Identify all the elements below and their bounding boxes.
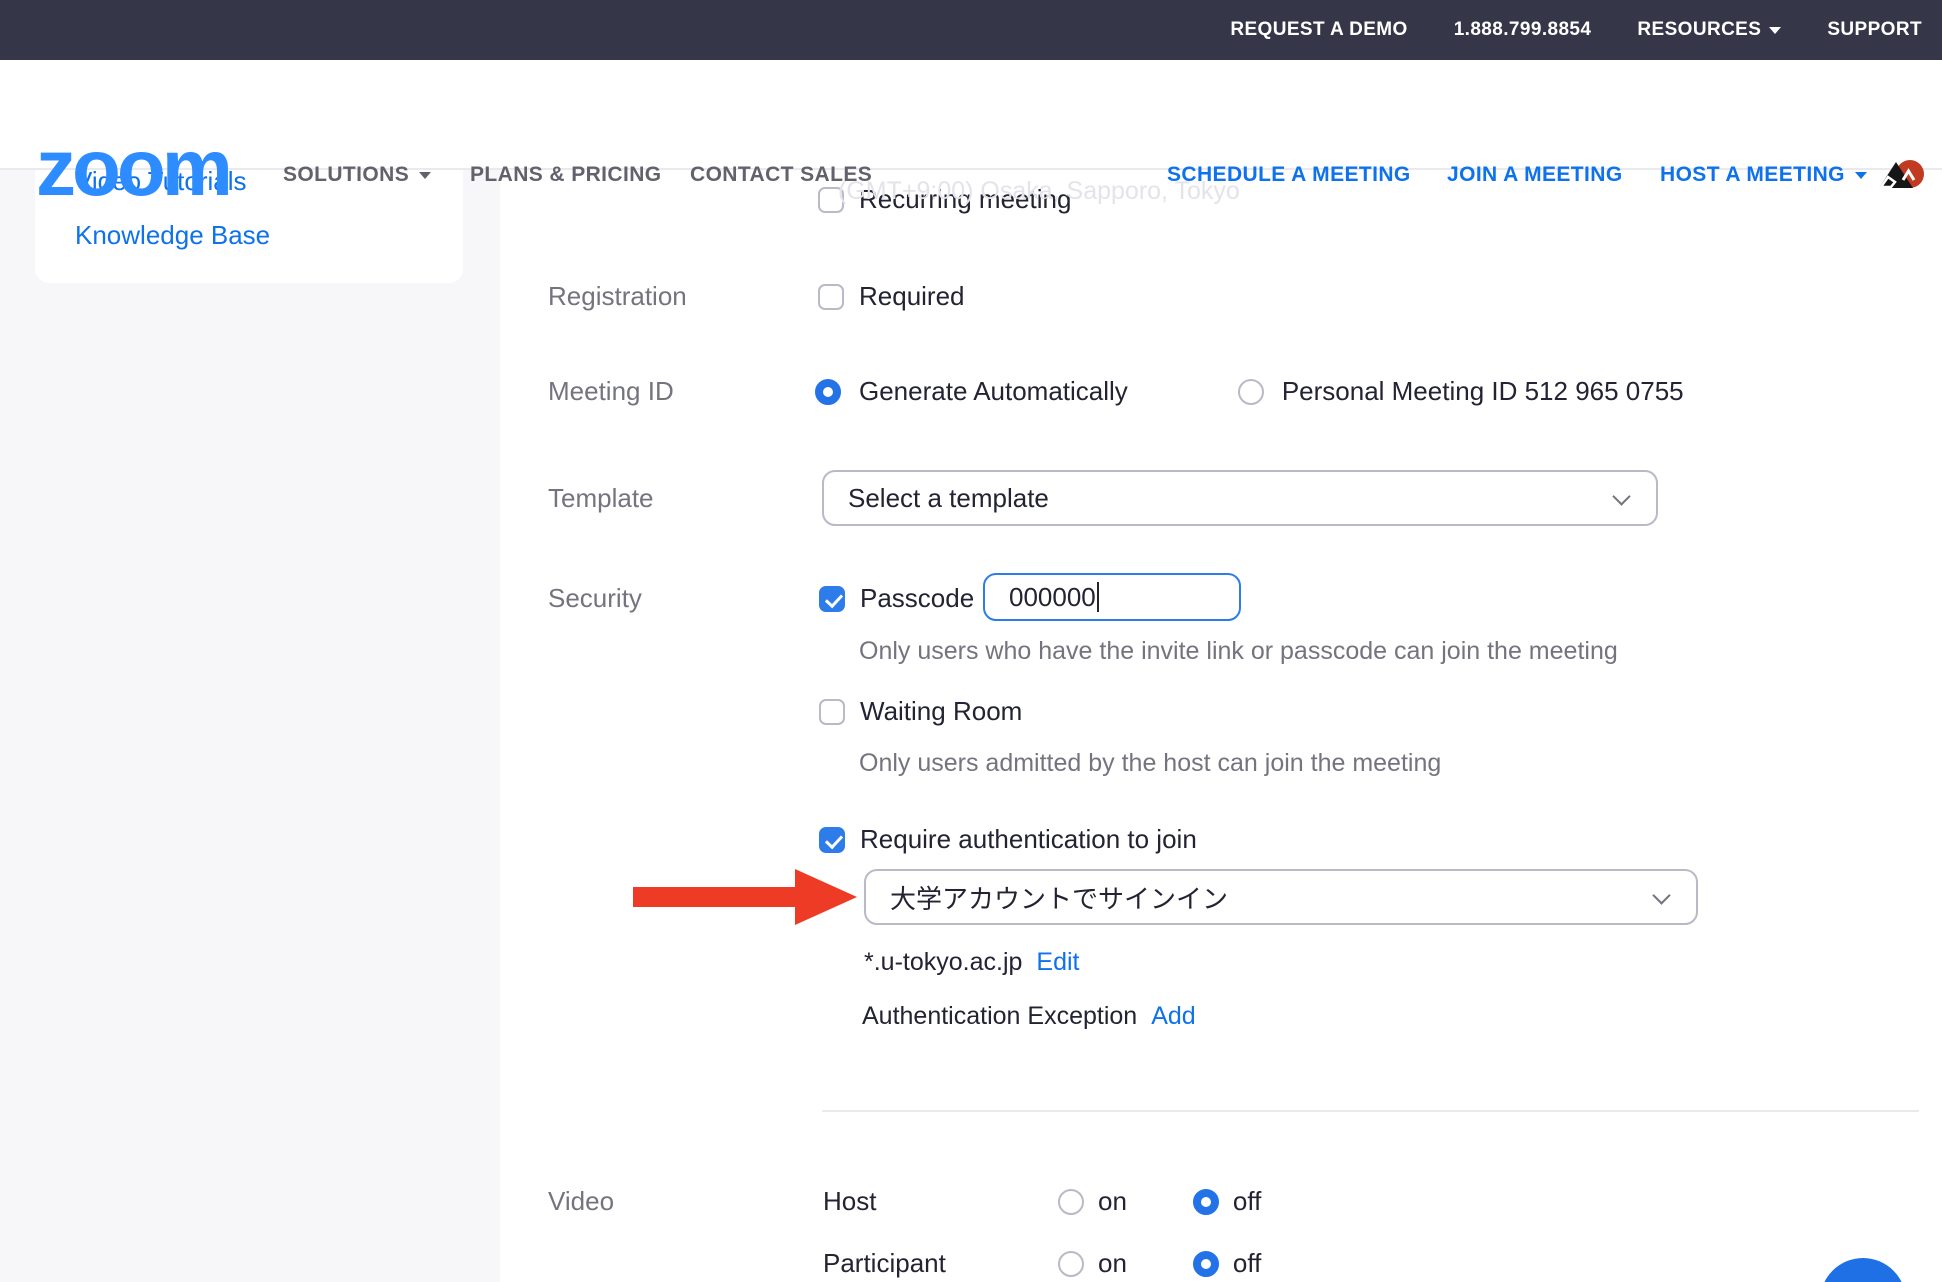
chevron-down-icon [1612,487,1630,505]
passcode-checkbox[interactable] [819,586,845,612]
auth-method-value: 大学アカウントでサインイン [890,879,1228,916]
host-video-off-radio[interactable] [1193,1189,1219,1215]
meeting-id-row: Generate Automatically Personal Meeting … [815,376,1684,407]
section-divider [822,1110,1919,1112]
template-select[interactable]: Select a template [822,470,1658,526]
require-auth-label: Require authentication to join [860,824,1197,855]
help-chat-button[interactable] [1820,1258,1906,1282]
support-label: SUPPORT [1827,19,1922,41]
phone-number-label: 1.888.799.8854 [1454,19,1592,41]
resources-label: RESOURCES [1637,19,1761,41]
resources-menu[interactable]: RESOURCES [1637,19,1781,41]
auth-domains-row: *.u-tokyo.ac.jp Edit [864,948,1080,977]
passcode-help-text: Only users who have the invite link or p… [859,637,1618,666]
arrow-shaft [633,887,797,907]
participant-video-on-label: on [1098,1248,1127,1279]
host-video-off-label: off [1233,1186,1261,1217]
passcode-row: Passcode [819,583,974,614]
passcode-value: 000000 [1009,582,1096,613]
personal-meeting-id-radio[interactable] [1238,379,1264,405]
registration-required-label: Required [859,281,965,312]
auth-exception-label: Authentication Exception [862,1002,1137,1031]
chevron-down-icon [1855,172,1867,179]
security-section-label: Security [548,583,642,614]
chevron-down-icon [419,172,431,179]
solutions-label: SOLUTIONS [283,163,409,187]
request-demo-label: REQUEST A DEMO [1230,19,1407,41]
waiting-room-help-text: Only users admitted by the host can join… [859,749,1441,778]
zoom-schedule-meeting-page: REQUEST A DEMO 1.888.799.8854 RESOURCES … [0,0,1942,1282]
main-navbar: (GMT+9:00) Osaka, Sapporo, Tokyo zoom SO… [0,60,1942,170]
require-auth-row: Require authentication to join [819,824,1197,855]
text-cursor [1097,582,1099,612]
registration-required-checkbox[interactable] [818,284,844,310]
nav-plans-pricing[interactable]: PLANS & PRICING [470,163,662,187]
support-link[interactable]: SUPPORT [1827,19,1922,41]
nav-contact-sales[interactable]: CONTACT SALES [690,163,872,187]
personal-meeting-id-label: Personal Meeting ID 512 965 0755 [1282,376,1684,407]
contact-sales-label: CONTACT SALES [690,163,872,187]
nav-join-meeting[interactable]: JOIN A MEETING [1447,163,1623,187]
sidebar-link-knowledge-base[interactable]: Knowledge Base [75,220,270,251]
plans-pricing-label: PLANS & PRICING [470,163,662,187]
video-participant-label: Participant [823,1248,946,1279]
registration-section-label: Registration [548,281,687,312]
auth-method-select[interactable]: 大学アカウントでサインイン [864,869,1698,925]
nav-schedule-meeting[interactable]: SCHEDULE A MEETING [1167,163,1411,187]
auth-exception-row: Authentication Exception Add [862,1002,1196,1031]
arrow-head [795,869,857,925]
generate-automatically-label: Generate Automatically [859,376,1128,407]
passcode-input[interactable]: 000000 [983,573,1241,621]
nav-solutions[interactable]: SOLUTIONS [283,163,431,187]
phone-number-link[interactable]: 1.888.799.8854 [1454,19,1592,41]
sidebar-background [0,170,500,1282]
auth-domains-value: *.u-tokyo.ac.jp [864,948,1022,977]
template-select-value: Select a template [848,483,1049,514]
video-host-radios: on off [1058,1186,1261,1217]
generate-automatically-radio[interactable] [815,379,841,405]
request-demo-link[interactable]: REQUEST A DEMO [1230,19,1407,41]
chevron-down-icon [1769,27,1781,34]
waiting-room-row: Waiting Room [819,696,1022,727]
host-video-on-label: on [1098,1186,1127,1217]
join-meeting-label: JOIN A MEETING [1447,163,1623,187]
schedule-meeting-label: SCHEDULE A MEETING [1167,163,1411,187]
participant-video-off-radio[interactable] [1193,1251,1219,1277]
video-host-label: Host [823,1186,876,1217]
mountain-logo-icon [1877,156,1925,192]
profile-avatar[interactable] [1877,156,1925,192]
video-participant-radios: on off [1058,1248,1261,1279]
registration-row: Required [818,281,965,312]
passcode-label: Passcode [860,583,974,614]
nav-host-meeting[interactable]: HOST A MEETING [1660,163,1867,187]
zoom-logo[interactable]: zoom [36,128,229,208]
waiting-room-label: Waiting Room [860,696,1022,727]
participant-video-off-label: off [1233,1248,1261,1279]
host-meeting-label: HOST A MEETING [1660,163,1845,187]
add-exception-link[interactable]: Add [1151,1002,1195,1031]
red-arrow-annotation [633,869,857,925]
host-video-on-radio[interactable] [1058,1189,1084,1215]
meeting-id-section-label: Meeting ID [548,376,674,407]
chevron-down-icon [1652,886,1670,904]
template-section-label: Template [548,483,654,514]
waiting-room-checkbox[interactable] [819,699,845,725]
require-auth-checkbox[interactable] [819,827,845,853]
participant-video-on-radio[interactable] [1058,1251,1084,1277]
video-section-label: Video [548,1186,614,1217]
top-utility-bar: REQUEST A DEMO 1.888.799.8854 RESOURCES … [0,0,1942,60]
edit-domains-link[interactable]: Edit [1036,948,1079,977]
